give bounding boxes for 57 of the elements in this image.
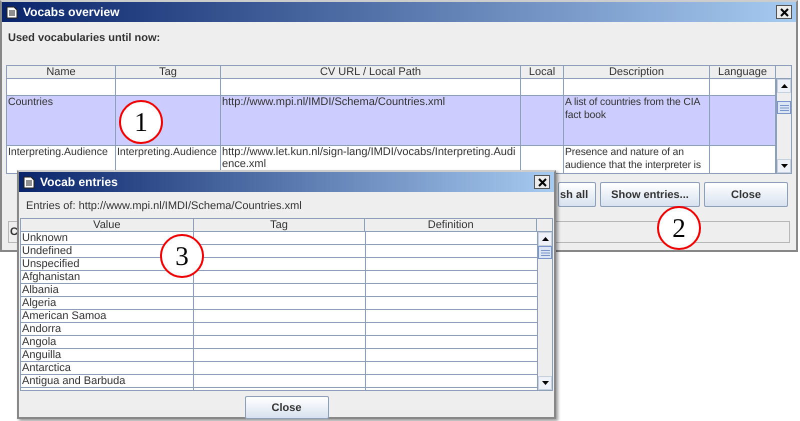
table-cell[interactable]: Antarctica [22,362,71,374]
table-cell: http://www.mpi.nl/IMDI/Schema/Countries.xml [222,96,446,108]
column-header[interactable]: Tag [116,66,221,79]
grip-icon [540,250,550,256]
table-cell[interactable]: Angola [22,336,56,348]
close-button[interactable] [534,175,550,189]
column-header[interactable]: Name [7,66,116,79]
column-header[interactable]: Tag [194,219,366,232]
column-header[interactable]: CV URL / Local Path [221,66,521,79]
table-cell[interactable]: American Samoa [22,310,106,322]
scroll-up-button[interactable] [538,232,552,246]
table-cell[interactable]: Unspecified [22,258,80,270]
up-arrow-icon [542,237,548,241]
scroll-down-button[interactable] [777,159,791,173]
scroll-down-button[interactable] [538,376,552,390]
table-cell[interactable]: Algeria [22,297,56,309]
window-icon [6,6,18,18]
scroll-thumb[interactable] [777,101,791,114]
scroll-up-button[interactable] [777,79,791,93]
table-cell: Interpreting.Audience [8,146,108,158]
down-arrow-icon [542,381,548,385]
table-cell: http://www.let.kun.nl/sign-lang/IMDI/vocabs/Interpreting.Audience.xml [222,146,516,170]
table-cell: Presence and nature of an audience that the interpreter is [565,147,701,171]
table-cell: A list of countries from the CIA fact book [565,97,700,121]
scroll-thumb[interactable] [538,246,552,259]
table-cell: Interpreting.Audience [117,146,217,158]
down-arrow-icon [780,164,788,168]
up-arrow-icon [780,84,788,88]
close-button[interactable]: Close [704,182,788,207]
column-header[interactable]: Language [710,66,776,79]
column-header[interactable]: Description [564,66,710,79]
column-header[interactable]: Definition [365,219,538,232]
scrollbar[interactable] [537,232,552,390]
close-button[interactable] [776,5,792,19]
show-entries-button[interactable]: Show entries... [600,182,700,207]
column-header[interactable]: Local [521,66,564,79]
table-cell[interactable]: Andorra [22,323,62,335]
column-header[interactable]: Value [21,219,194,232]
close-icon [780,8,788,16]
section-heading: Used vocabularies until now: [7,31,162,46]
table-cell[interactable]: Unknown [22,232,68,244]
dialog-title: Vocab entries [40,175,119,189]
scrollbar[interactable] [776,79,791,173]
action-button[interactable]: sh all [558,182,596,207]
status-text: C [10,226,18,238]
close-icon [538,178,546,186]
grip-icon [780,104,788,110]
table-cell[interactable]: Afghanistan [22,271,80,283]
window-title: Vocabs overview [23,5,120,19]
table-cell[interactable]: Anguilla [22,349,62,361]
entries-label: Entries of: http://www.mpi.nl/IMDI/Schema/Countries.xml [25,199,303,214]
table-cell: Countries [8,96,53,108]
table-cell[interactable]: Antigua and Barbuda [22,375,126,387]
window-icon [23,176,35,188]
close-button[interactable]: Close [244,396,328,419]
table-cell[interactable]: Undefined [22,245,72,257]
table-cell[interactable]: Albania [22,284,59,296]
